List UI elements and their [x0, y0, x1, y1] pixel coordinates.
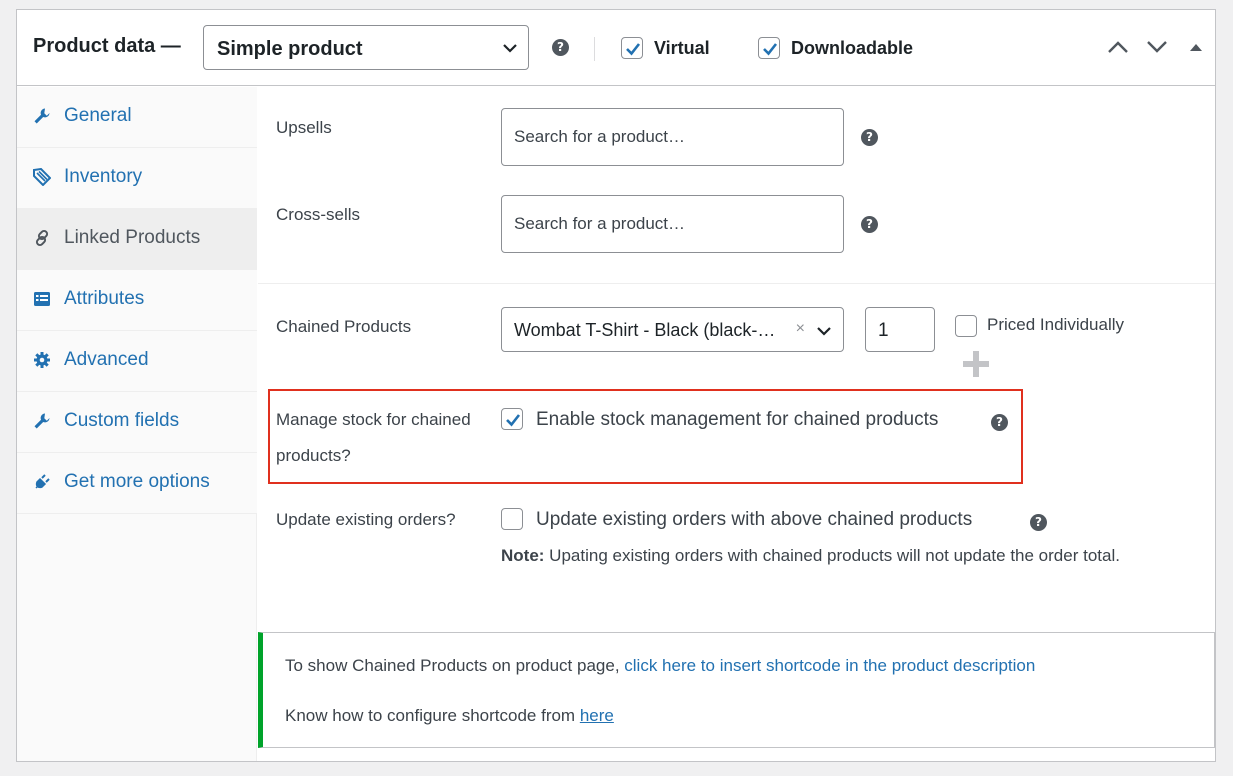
- crosssells-label: Cross-sells: [276, 205, 361, 224]
- upsells-search-input[interactable]: [514, 127, 834, 147]
- tab-attributes[interactable]: Attributes: [17, 270, 257, 331]
- highlight-box: [268, 389, 1023, 484]
- product-type-value: Simple product: [217, 38, 363, 60]
- product-type-select[interactable]: Simple product: [203, 25, 529, 70]
- tab-label: Advanced: [64, 349, 149, 370]
- product-data-panel: Product data — Simple product ? Virtual …: [16, 9, 1216, 762]
- upsells-search[interactable]: [501, 108, 844, 166]
- tab-label: Get more options: [64, 471, 210, 492]
- manage-stock-label-line2: products?: [276, 446, 351, 465]
- product-data-header: Product data — Simple product ? Virtual …: [17, 10, 1215, 86]
- help-icon[interactable]: ?: [552, 39, 569, 56]
- checkmark-icon: [506, 414, 521, 427]
- notice-line-1-text: To show Chained Products on product page…: [285, 656, 625, 675]
- gear-icon: [34, 352, 50, 368]
- tab-advanced[interactable]: Advanced: [17, 331, 257, 392]
- chevron-down-icon: [817, 327, 831, 336]
- checkmark-icon: [626, 43, 641, 56]
- product-data-tabs: General Inventory Linked Products Attrib…: [17, 87, 257, 761]
- tab-label: Attributes: [64, 288, 145, 309]
- help-icon[interactable]: ?: [991, 414, 1008, 431]
- tab-label: Custom fields: [64, 410, 180, 431]
- tab-label: Inventory: [64, 166, 143, 187]
- notice-line-1: To show Chained Products on product page…: [285, 656, 1035, 676]
- crosssells-search-input[interactable]: [514, 214, 834, 234]
- notice-line-2: Know how to configure shortcode from her…: [285, 706, 614, 726]
- manage-stock-text: Enable stock management for chained prod…: [536, 409, 939, 430]
- note-prefix: Note:: [501, 546, 545, 565]
- product-data-title: Product data —: [33, 35, 181, 57]
- header-divider: [594, 37, 595, 61]
- update-orders-label: Update existing orders?: [276, 510, 456, 529]
- tab-linked-products[interactable]: Linked Products: [17, 209, 257, 270]
- update-orders-note: Note: Upating existing orders with chain…: [501, 538, 1121, 574]
- manage-stock-checkbox[interactable]: [501, 408, 523, 430]
- downloadable-label: Downloadable: [791, 38, 914, 58]
- collapse-toggle-icon[interactable]: [1189, 42, 1203, 52]
- manage-stock-label-line1: Manage stock for chained: [276, 410, 471, 429]
- add-row-icon[interactable]: [961, 349, 991, 379]
- upsells-label: Upsells: [276, 118, 332, 137]
- crosssells-search[interactable]: [501, 195, 844, 253]
- linked-products-panel: Upsells ? Cross-sells ? Chained Products…: [258, 87, 1215, 761]
- tab-get-more-options[interactable]: Get more options: [17, 453, 257, 514]
- note-text: Upating existing orders with chained pro…: [544, 546, 1120, 565]
- help-icon[interactable]: ?: [861, 216, 878, 233]
- tab-label: Linked Products: [64, 227, 201, 248]
- tag-icon: [33, 168, 51, 186]
- wrench-icon: [34, 108, 50, 124]
- tab-custom-fields[interactable]: Custom fields: [17, 392, 257, 453]
- list-icon: [34, 292, 50, 306]
- chained-quantity-field[interactable]: [865, 307, 935, 352]
- link-icon: [35, 229, 49, 247]
- checkmark-icon: [763, 43, 778, 56]
- move-down-icon[interactable]: [1146, 40, 1168, 54]
- priced-individually-label: Priced Individually: [987, 315, 1125, 334]
- tab-label: General: [64, 105, 132, 126]
- tab-general[interactable]: General: [17, 87, 257, 148]
- chained-product-select[interactable]: Wombat T-Shirt - Black (black-… ×: [501, 307, 844, 352]
- help-icon[interactable]: ?: [1030, 514, 1047, 531]
- priced-individually-checkbox[interactable]: [955, 315, 977, 337]
- shortcode-help-link[interactable]: here: [580, 706, 614, 725]
- notice-line-2-text: Know how to configure shortcode from: [285, 706, 580, 725]
- clear-selection-icon[interactable]: ×: [796, 320, 805, 338]
- downloadable-checkbox[interactable]: [758, 37, 780, 59]
- chevron-down-icon: [503, 44, 517, 53]
- help-icon[interactable]: ?: [861, 129, 878, 146]
- move-up-icon[interactable]: [1107, 40, 1129, 54]
- update-orders-checkbox[interactable]: [501, 508, 523, 530]
- wrench-icon: [34, 413, 50, 429]
- chained-quantity-input[interactable]: [878, 320, 928, 342]
- shortcode-notice: To show Chained Products on product page…: [258, 632, 1215, 748]
- section-divider: [258, 283, 1215, 284]
- virtual-checkbox[interactable]: [621, 37, 643, 59]
- chained-products-label: Chained Products: [276, 317, 412, 336]
- insert-shortcode-link[interactable]: click here to insert shortcode in the pr…: [624, 656, 1035, 675]
- update-orders-text: Update existing orders with above chaine…: [536, 509, 973, 530]
- plugin-icon: [35, 474, 50, 489]
- chained-product-value: Wombat T-Shirt - Black (black-…: [514, 320, 776, 340]
- tab-inventory[interactable]: Inventory: [17, 148, 257, 209]
- virtual-label: Virtual: [654, 38, 710, 58]
